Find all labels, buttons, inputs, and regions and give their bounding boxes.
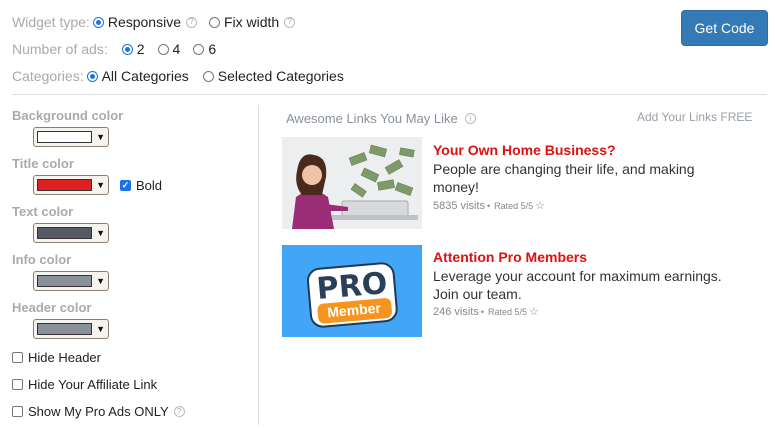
radio-icon[interactable] (193, 43, 205, 55)
checkbox-icon[interactable] (12, 379, 23, 390)
business-woman-illustration (282, 137, 422, 229)
ad-info: 5835 visits • Rated 5/5 ☆ (433, 199, 546, 213)
header-color-select[interactable]: ▼ (33, 319, 109, 339)
ad-image-pro[interactable]: PRO Member (282, 245, 422, 337)
panel-divider (258, 105, 259, 425)
checkbox-icon[interactable] (12, 352, 23, 363)
radio-selected-icon[interactable] (86, 70, 98, 82)
header-color-swatch (37, 323, 93, 335)
header-color-label: Header color (12, 300, 92, 315)
ad-title[interactable]: Your Own Home Business? (433, 142, 616, 158)
ad-info: 246 visits • Rated 5/5 ☆ (433, 305, 539, 319)
get-code-button[interactable]: Get Code (681, 10, 768, 46)
ad-title[interactable]: Attention Pro Members (433, 249, 587, 265)
background-color-swatch (37, 131, 93, 143)
radio-selected-icon[interactable] (121, 43, 133, 55)
widget-type-row: Widget type: Responsive ? Fix width ? (12, 14, 296, 30)
text-color-select[interactable]: ▼ (33, 223, 109, 243)
title-color-select[interactable]: ▼ (33, 175, 109, 195)
ad-description-line-2: Join our team. (433, 286, 522, 302)
categories-row: Categories: All Categories Selected Cate… (12, 68, 344, 84)
divider (12, 94, 767, 95)
title-color-label: Title color (12, 156, 74, 171)
star-icon[interactable]: ☆ (535, 199, 545, 212)
num-ads-6[interactable]: 6 (193, 41, 216, 57)
info-color-swatch (37, 275, 93, 287)
num-ads-label: Number of ads: (12, 41, 108, 57)
categories-label: Categories: (12, 68, 84, 84)
radio-icon[interactable] (202, 70, 214, 82)
widget-type-responsive[interactable]: Responsive (92, 14, 181, 30)
dropdown-arrow-icon: ▼ (96, 132, 105, 142)
bold-checkbox[interactable]: ✓ Bold (120, 178, 162, 193)
widget-type-fix-width[interactable]: Fix width (208, 14, 279, 30)
star-icon[interactable]: ☆ (529, 305, 539, 318)
title-color-swatch (37, 179, 93, 191)
checkbox-icon[interactable] (12, 406, 23, 417)
dropdown-arrow-icon: ▼ (96, 180, 105, 190)
categories-selected[interactable]: Selected Categories (202, 68, 344, 84)
num-ads-row: Number of ads: 2 4 6 (12, 41, 216, 57)
hide-affiliate-checkbox[interactable]: Hide Your Affiliate Link (12, 377, 157, 392)
show-pro-checkbox[interactable]: Show My Pro Ads ONLY ? (12, 404, 185, 419)
ad-description-line-2: money! (433, 179, 479, 195)
hide-header-checkbox[interactable]: Hide Header (12, 350, 101, 365)
radio-selected-icon[interactable] (92, 16, 104, 28)
radio-icon[interactable] (157, 43, 169, 55)
background-color-select[interactable]: ▼ (33, 127, 109, 147)
checkbox-checked-icon[interactable]: ✓ (120, 180, 131, 191)
radio-icon[interactable] (208, 16, 220, 28)
widget-type-label: Widget type: (12, 14, 90, 30)
text-color-label: Text color (12, 204, 74, 219)
text-color-swatch (37, 227, 93, 239)
info-icon: i (464, 113, 476, 124)
num-ads-2[interactable]: 2 (121, 41, 145, 57)
help-icon: ? (185, 16, 197, 28)
categories-all[interactable]: All Categories (86, 68, 189, 84)
add-links-link[interactable]: Add Your Links FREE (637, 110, 752, 124)
ad-description-line-1: Leverage your account for maximum earnin… (433, 268, 722, 284)
info-color-label: Info color (12, 252, 72, 267)
dropdown-arrow-icon: ▼ (96, 228, 105, 238)
info-color-select[interactable]: ▼ (33, 271, 109, 291)
preview-header: Awesome Links You May Like i (286, 111, 476, 126)
num-ads-4[interactable]: 4 (157, 41, 180, 57)
ad-image-business[interactable] (282, 137, 422, 229)
background-color-label: Background color (12, 108, 124, 123)
dropdown-arrow-icon: ▼ (96, 276, 105, 286)
help-icon: ? (173, 406, 185, 417)
dropdown-arrow-icon: ▼ (96, 324, 105, 334)
ad-description-line-1: People are changing their life, and maki… (433, 161, 695, 177)
help-icon: ? (284, 16, 296, 28)
